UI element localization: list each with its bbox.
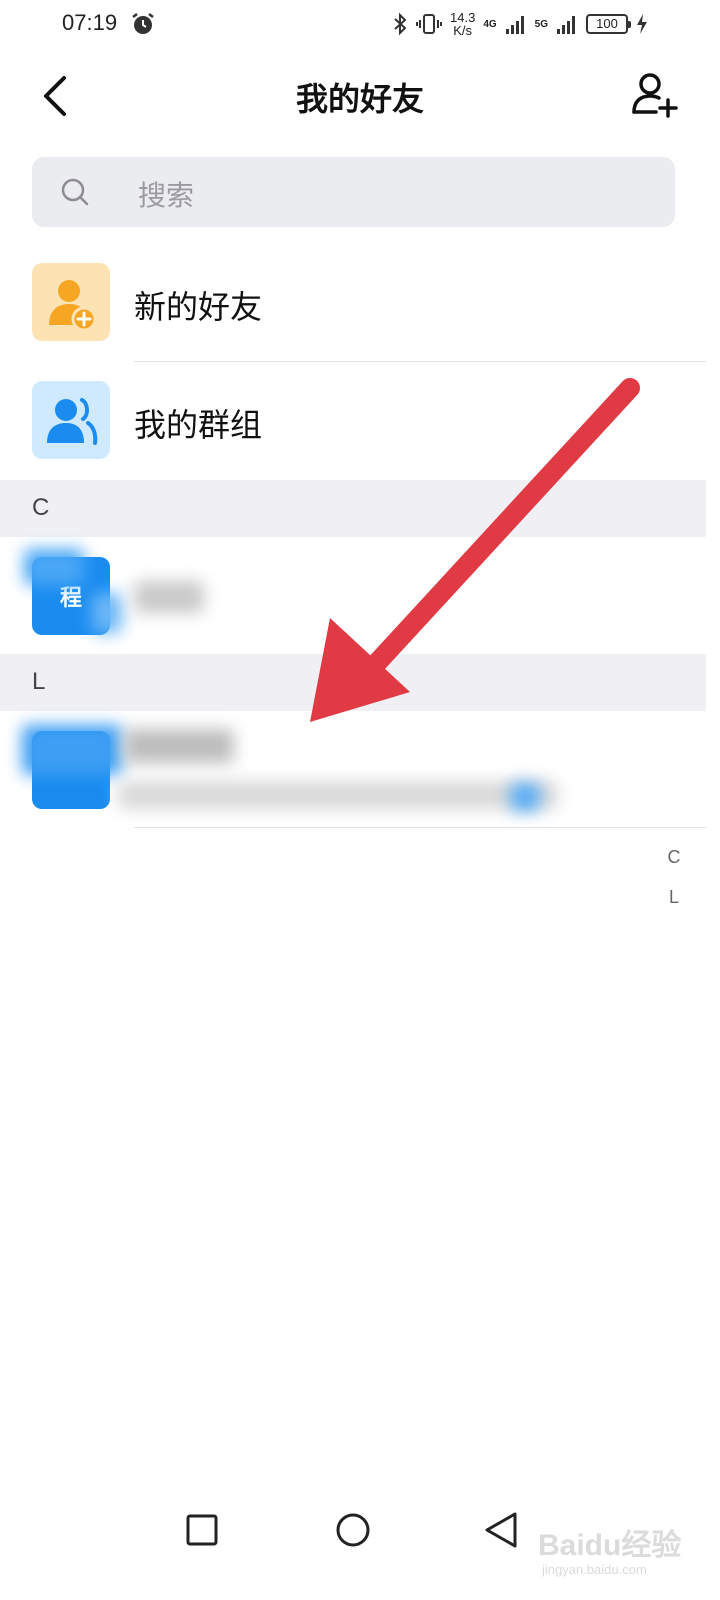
new-friends-item[interactable]: 新的好友 (0, 244, 706, 362)
status-indicators: 14.3 K/s 4G 5G 100 (392, 8, 648, 40)
search-input[interactable]: 搜索 (32, 157, 675, 227)
signal-icon (557, 16, 575, 34)
network-speed: 14.3 K/s (450, 10, 476, 38)
redacted-signature (118, 781, 558, 809)
back-nav-button[interactable] (473, 1502, 529, 1558)
circle-icon (336, 1513, 370, 1547)
new-friend-icon (32, 263, 110, 341)
add-friend-button[interactable] (630, 70, 678, 118)
section-letter: C (32, 494, 50, 521)
recent-apps-button[interactable] (174, 1502, 230, 1558)
status-time: 07:19 (62, 10, 118, 35)
group-icon (32, 381, 110, 459)
signal-type-1: 4G (483, 18, 497, 30)
new-friends-label: 新的好友 (134, 288, 263, 326)
add-user-icon (632, 73, 678, 118)
page-title: 我的好友 (295, 80, 424, 118)
contact-item[interactable]: 程 (0, 537, 706, 654)
watermark-brand: Baidu经验 (538, 1529, 682, 1562)
vibrate-icon (416, 14, 442, 34)
section-letter: L (32, 668, 46, 695)
redacted-area (510, 783, 540, 811)
triangle-back-icon (485, 1512, 517, 1548)
redacted-area (24, 549, 84, 585)
section-header-l: L (0, 654, 706, 711)
battery-indicator: 100 (586, 14, 631, 34)
watermark-url: jingyan.baidu.com (542, 1562, 647, 1577)
status-bar: 07:19 14.3 K/s 4G 5G 100 (0, 0, 720, 48)
redacted-name (134, 581, 204, 613)
my-groups-label: 我的群组 (134, 406, 263, 444)
contact-item[interactable] (0, 711, 706, 828)
watermark: Baidu经验 jingyan.baidu.com (538, 1512, 698, 1584)
divider (134, 827, 706, 828)
search-icon (61, 178, 89, 206)
search-placeholder: 搜索 (138, 179, 195, 212)
section-header-c: C (0, 480, 706, 537)
alphabet-index[interactable]: C L (664, 846, 684, 926)
alarm-icon (132, 13, 154, 34)
redacted-area (22, 725, 122, 775)
signal-icon (505, 16, 524, 34)
signal-type-2: 5G (534, 18, 548, 30)
home-button[interactable] (325, 1502, 381, 1558)
redacted-area (92, 593, 122, 633)
index-letter-l[interactable]: L (664, 886, 684, 926)
index-letter-c[interactable]: C (664, 846, 684, 886)
charging-icon (637, 14, 647, 34)
header: 我的好友 (0, 60, 720, 132)
bluetooth-icon (394, 12, 407, 36)
redacted-name (124, 729, 234, 763)
square-icon (186, 1514, 218, 1546)
my-groups-item[interactable]: 我的群组 (0, 362, 706, 480)
